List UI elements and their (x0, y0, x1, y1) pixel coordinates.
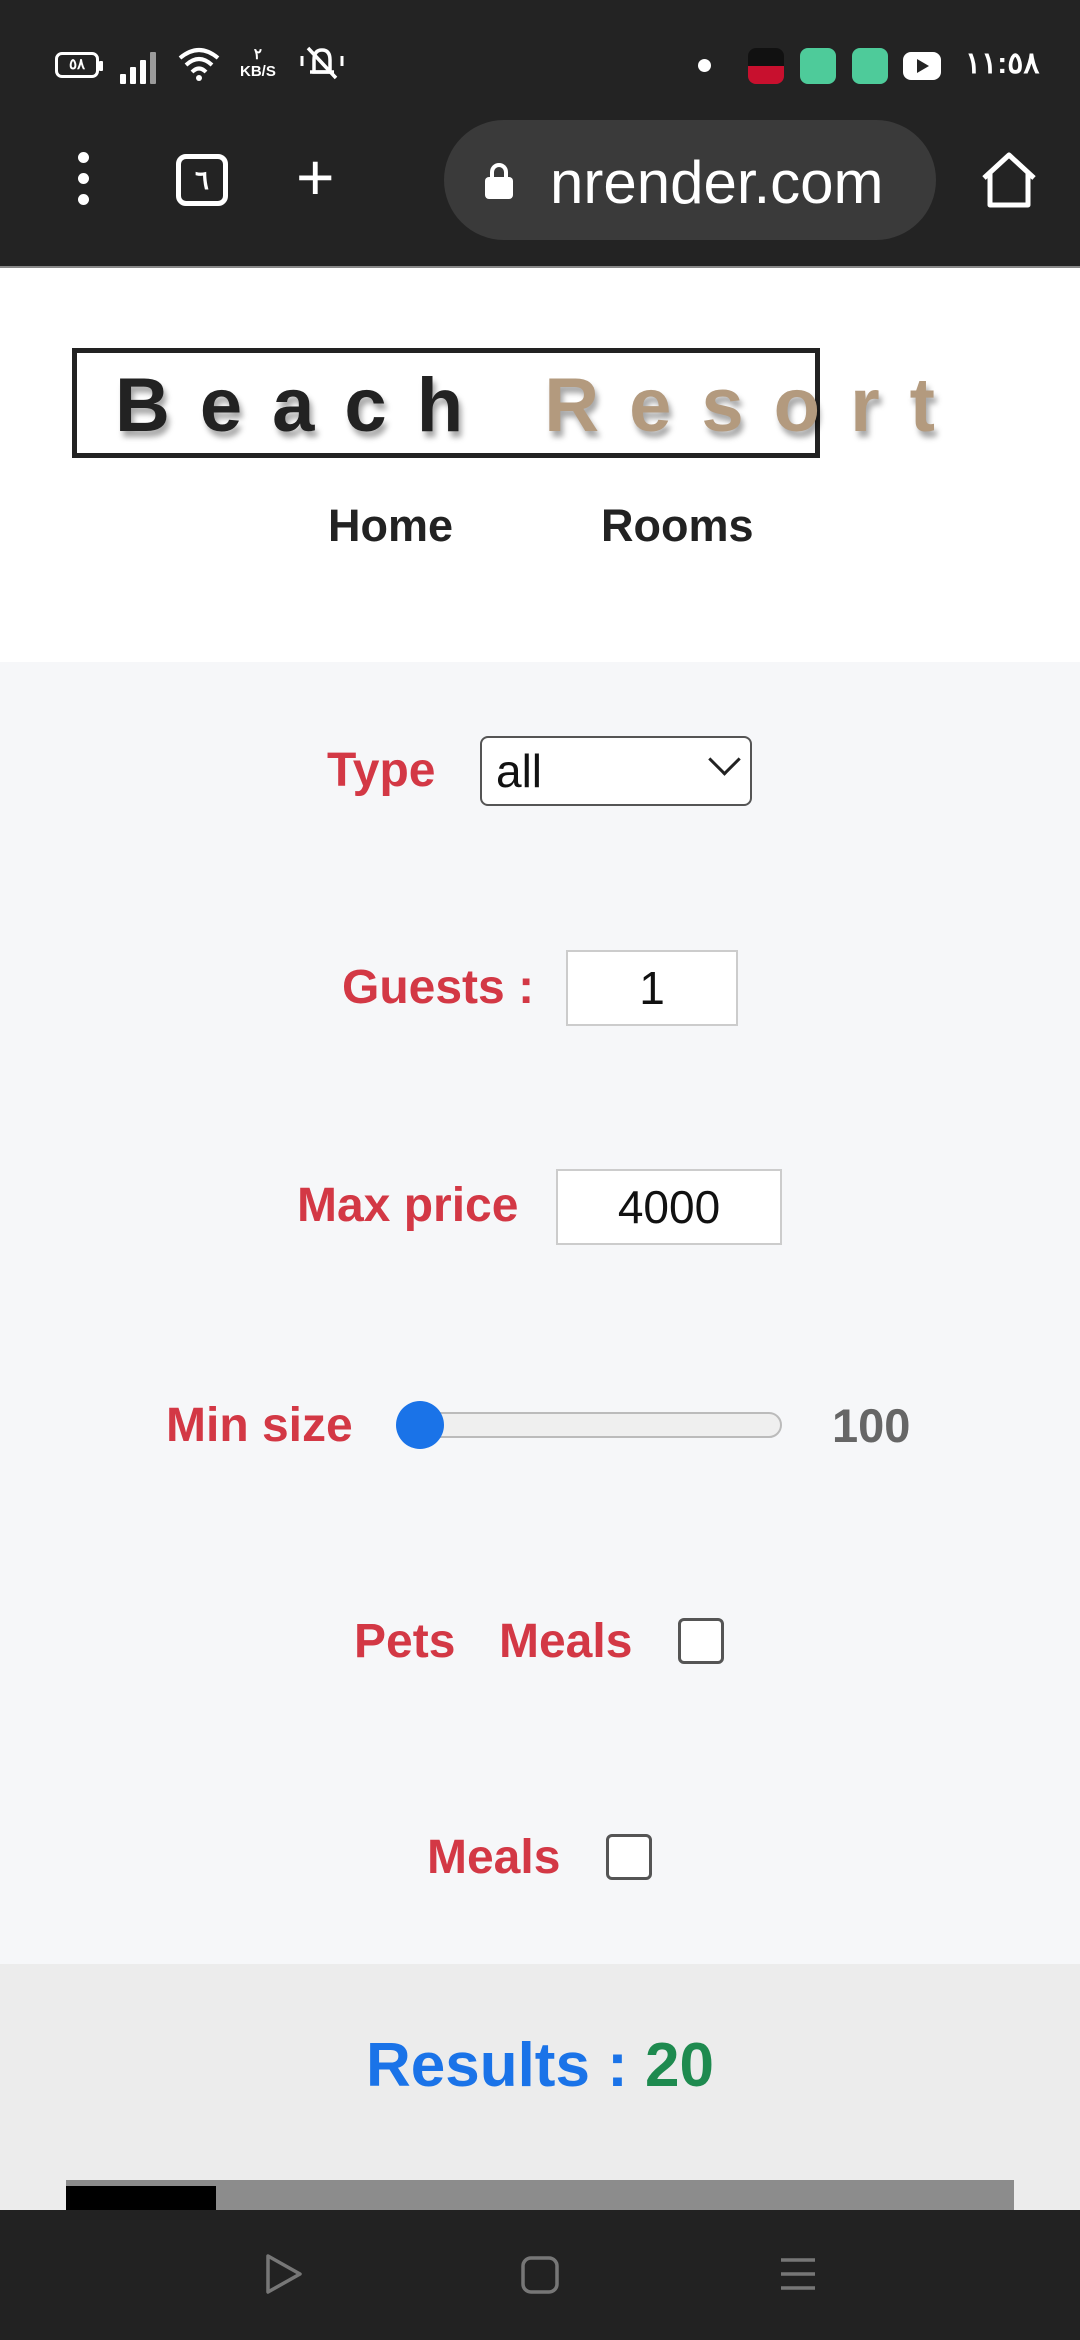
nav-rooms-link[interactable]: Rooms (601, 500, 754, 552)
guests-label: Guests : (342, 961, 535, 1014)
plus-icon[interactable]: + (296, 144, 335, 210)
logo-word-beach: Beach (115, 363, 494, 448)
meals-checkbox[interactable] (606, 1834, 652, 1880)
home-icon[interactable] (978, 150, 1040, 210)
meals-label: Meals (427, 1831, 561, 1884)
menu-lines-icon[interactable] (778, 2254, 818, 2299)
status-bar: ٥٨ ٢ KB/S ١١:٥٨ (0, 0, 1080, 132)
clock: ١١:٥٨ (965, 47, 1040, 80)
results-label: Results : (365, 2031, 628, 2100)
pets-checkbox[interactable] (678, 1618, 724, 1664)
min-size-value: 100 (832, 1399, 911, 1452)
nav-home-link[interactable]: Home (328, 500, 453, 552)
mute-bell-icon (298, 44, 346, 89)
chevron-down-icon (708, 743, 741, 776)
wifi-icon (178, 46, 220, 92)
type-select-value: all (496, 745, 543, 797)
max-price-label: Max price (297, 1179, 519, 1232)
phone-app-icon (800, 48, 836, 84)
lock-icon (485, 163, 513, 199)
site-header (0, 266, 1080, 664)
signal-icon (120, 50, 164, 84)
pets-label: Pets (354, 1615, 456, 1668)
results-count: Results : 20 (0, 2030, 1080, 2101)
notification-dot-icon (698, 59, 711, 72)
max-price-input[interactable]: 4000 (556, 1169, 782, 1245)
room-filters (0, 662, 1080, 1964)
tabs-icon[interactable]: ٦ (176, 154, 228, 206)
site-logo[interactable]: Beach Resort (115, 362, 965, 449)
min-size-label: Min size (166, 1399, 353, 1452)
network-speed: ٢ KB/S (240, 46, 276, 80)
min-size-slider[interactable] (400, 1412, 782, 1438)
type-label: Type (327, 744, 436, 797)
app-notification-icon (748, 48, 784, 84)
upload-app-icon (852, 48, 888, 84)
slider-thumb[interactable] (396, 1401, 444, 1449)
vertical-dots-icon[interactable] (75, 152, 91, 208)
guests-input[interactable]: 1 (566, 950, 738, 1026)
type-select[interactable]: all (480, 736, 752, 806)
youtube-icon (903, 52, 941, 80)
square-home-icon[interactable] (520, 2255, 560, 2300)
results-number: 20 (645, 2031, 715, 2100)
play-back-icon[interactable] (262, 2252, 306, 2301)
logo-word-resort: Resort (544, 363, 965, 448)
url-text[interactable]: nrender.com (550, 148, 884, 217)
battery-icon: ٥٨ (55, 52, 103, 78)
pets-meals-label: Meals (499, 1615, 633, 1668)
scrollbar-thumb[interactable] (66, 2186, 216, 2210)
